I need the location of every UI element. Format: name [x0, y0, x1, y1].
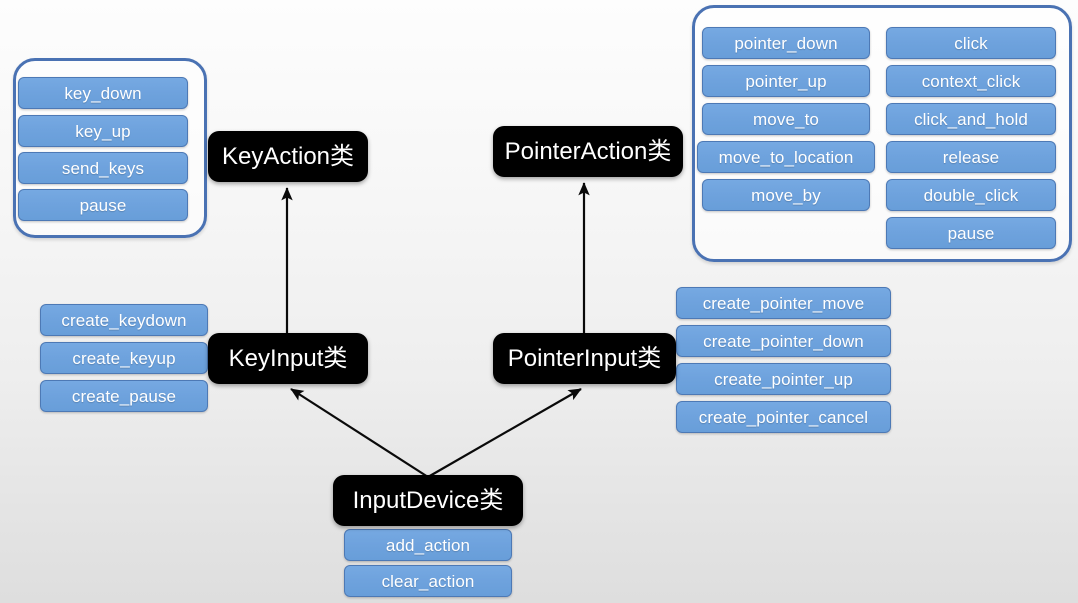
pill-label: move_by	[751, 185, 821, 205]
method-pill-pause-pointer[interactable]: pause	[886, 217, 1056, 249]
pill-label: create_pause	[71, 386, 177, 406]
method-pill-click-and-hold[interactable]: click_and_hold	[886, 103, 1056, 135]
method-pill-create-pause[interactable]: create_pause	[40, 380, 208, 412]
pill-label: click	[954, 33, 988, 53]
method-pill-release[interactable]: release	[886, 141, 1056, 173]
class-box-key-action[interactable]: KeyAction类	[208, 131, 368, 182]
pill-label: pause	[79, 195, 127, 215]
method-pill-move-by[interactable]: move_by	[702, 179, 870, 211]
class-box-label: PointerAction类	[504, 137, 672, 165]
pill-label: key_down	[64, 83, 142, 103]
method-pill-create-keydown[interactable]: create_keydown	[40, 304, 208, 336]
method-pill-click[interactable]: click	[886, 27, 1056, 59]
pill-label: move_to	[753, 109, 819, 129]
pill-label: context_click	[921, 71, 1021, 91]
pill-label: double_click	[923, 185, 1019, 205]
method-pill-pointer-up[interactable]: pointer_up	[702, 65, 870, 97]
method-pill-move-to[interactable]: move_to	[702, 103, 870, 135]
method-pill-context-click[interactable]: context_click	[886, 65, 1056, 97]
class-box-label: KeyAction类	[221, 142, 355, 170]
method-pill-double-click[interactable]: double_click	[886, 179, 1056, 211]
pill-label: create_keydown	[61, 310, 187, 330]
class-box-pointer-input[interactable]: PointerInput类	[493, 333, 676, 384]
diagram-canvas: key_down key_up send_keys pause pointer_…	[0, 0, 1078, 603]
method-pill-clear-action[interactable]: clear_action	[344, 565, 512, 597]
method-pill-move-to-location[interactable]: move_to_location	[697, 141, 875, 173]
method-pill-create-pointer-up[interactable]: create_pointer_up	[676, 363, 891, 395]
pill-label: create_keyup	[72, 348, 176, 368]
pill-label: pause	[947, 223, 995, 243]
pill-label: move_to_location	[718, 147, 854, 167]
pill-label: release	[942, 147, 1000, 167]
method-pill-send-keys[interactable]: send_keys	[18, 152, 188, 184]
pill-label: pointer_up	[745, 71, 827, 91]
class-box-label: InputDevice类	[352, 486, 504, 514]
method-pill-key-up[interactable]: key_up	[18, 115, 188, 147]
pill-label: click_and_hold	[914, 109, 1028, 129]
pill-label: create_pointer_up	[714, 369, 853, 389]
pill-label: pointer_down	[734, 33, 838, 53]
class-box-label: PointerInput类	[507, 344, 662, 372]
method-pill-create-keyup[interactable]: create_keyup	[40, 342, 208, 374]
pill-label: key_up	[75, 121, 131, 141]
pill-label: send_keys	[61, 158, 145, 178]
method-pill-pointer-down[interactable]: pointer_down	[702, 27, 870, 59]
method-pill-add-action[interactable]: add_action	[344, 529, 512, 561]
pill-label: create_pointer_move	[702, 293, 865, 313]
pill-label: create_pointer_down	[703, 331, 864, 351]
class-box-key-input[interactable]: KeyInput类	[208, 333, 368, 384]
method-pill-create-pointer-cancel[interactable]: create_pointer_cancel	[676, 401, 891, 433]
pill-label: create_pointer_cancel	[698, 407, 869, 427]
method-pill-pause-key[interactable]: pause	[18, 189, 188, 221]
arrow-inputdevice-to-pointerinput	[427, 388, 582, 478]
method-pill-key-down[interactable]: key_down	[18, 77, 188, 109]
pill-label: clear_action	[381, 571, 475, 591]
method-pill-create-pointer-down[interactable]: create_pointer_down	[676, 325, 891, 357]
pill-label: add_action	[385, 535, 471, 555]
class-box-pointer-action[interactable]: PointerAction类	[493, 126, 683, 177]
class-box-input-device[interactable]: InputDevice类	[333, 475, 523, 526]
method-pill-create-pointer-move[interactable]: create_pointer_move	[676, 287, 891, 319]
arrow-inputdevice-to-keyinput	[290, 388, 429, 478]
class-box-label: KeyInput类	[228, 344, 348, 372]
